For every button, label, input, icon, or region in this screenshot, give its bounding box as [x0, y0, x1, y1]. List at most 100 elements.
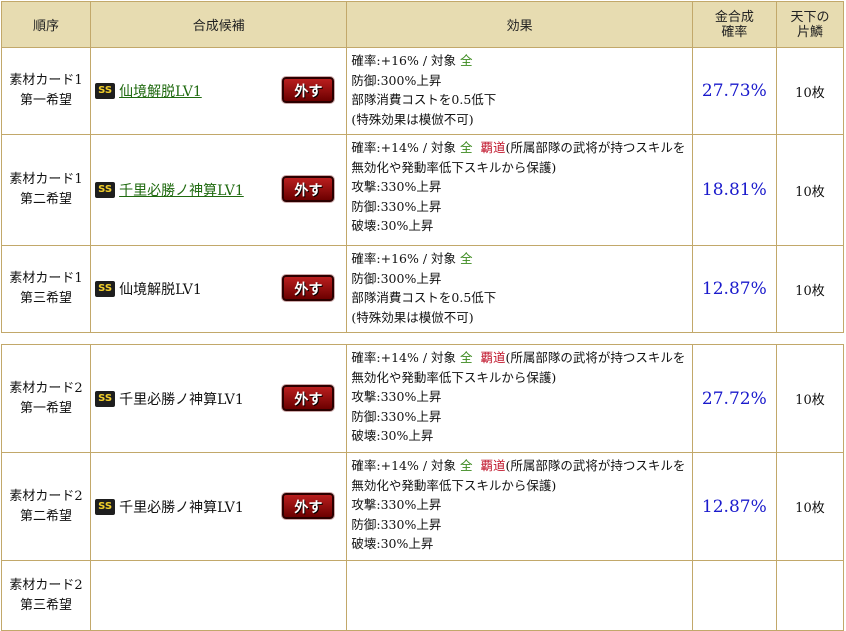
table-row: 素材カード1 第三希望 SS 仙境解脱LV1 外す 確率:+16% / 対象 全…	[0, 245, 845, 333]
effect-line: 防御:330%上昇	[351, 198, 442, 214]
ss-rank-badge: SS	[95, 498, 116, 515]
header-scale-line1: 天下の	[790, 9, 830, 25]
candidate-cell: SS 千里必勝ノ神算LV1 外す	[90, 452, 348, 561]
effect-line: 防御:330%上昇	[351, 408, 442, 424]
order-cell: 素材カード1 第二希望	[0, 134, 92, 246]
order-material: 素材カード2	[9, 488, 83, 504]
tenka-count: 10枚	[775, 452, 845, 561]
target-label: 全	[460, 140, 473, 155]
order-preference: 第二希望	[20, 192, 73, 207]
remove-button[interactable]: 外す	[282, 275, 335, 301]
effect-line: (特殊効果は模倣不可)	[351, 111, 474, 127]
remove-button[interactable]: 外す	[282, 176, 335, 202]
table-row: 素材カード1 第二希望 SS 千里必勝ノ神算LV1 外す 確率:+14% / 対…	[0, 134, 845, 246]
ss-rank-badge: SS	[95, 83, 116, 99]
effect-line: 防御:300%上昇	[351, 270, 442, 286]
header-rate-line2: 確率	[721, 24, 748, 40]
order-cell: 素材カード2 第一希望	[0, 344, 92, 453]
order-preference: 第三希望	[20, 291, 73, 306]
order-preference: 第二希望	[20, 508, 73, 524]
tenka-count-empty	[775, 560, 845, 631]
effect-rate-line: 確率:+16% / 対象 全	[351, 53, 473, 68]
candidate-cell: SS 千里必勝ノ神算LV1 外す	[90, 344, 348, 453]
special-label: 覇道	[480, 350, 506, 365]
order-cell: 素材カード1 第一希望	[0, 47, 92, 135]
candidate-cell: SS 仙境解脱LV1 外す	[90, 47, 348, 135]
header-rate: 金合成 確率	[691, 1, 777, 48]
remove-button[interactable]: 外す	[282, 492, 335, 519]
effect-line: 防御:330%上昇	[351, 516, 442, 532]
effect-cell: 確率:+14% / 対象 全 覇道(所属部隊の武将が持つスキルを無効化や発動率低…	[346, 344, 693, 453]
header-candidate: 合成候補	[90, 1, 348, 48]
gold-rate: 12.87%	[691, 245, 777, 333]
gold-rate: 12.87%	[691, 452, 777, 561]
target-label: 全	[460, 458, 473, 473]
effect-line: 破壊:30%上昇	[351, 428, 434, 443]
candidate-skill-link[interactable]: 仙境解脱LV1	[119, 81, 202, 101]
table-row: 素材カード1 第一希望 SS 仙境解脱LV1 外す 確率:+16% / 対象 全…	[0, 47, 845, 135]
effect-line: (特殊効果は模倣不可)	[351, 309, 474, 325]
order-material: 素材カード2	[9, 380, 83, 396]
gold-rate-empty	[691, 560, 777, 631]
special-label: 覇道	[480, 458, 506, 473]
target-label: 全	[460, 53, 473, 68]
effect-cell-empty	[346, 560, 693, 631]
order-preference: 第一希望	[20, 400, 73, 416]
effect-rate-line: 確率:+14% / 対象 全 覇道(所属部隊の武将が持つスキルを無効化や発動率低…	[351, 458, 686, 493]
candidate-cell: SS 仙境解脱LV1 外す	[90, 245, 348, 333]
effect-line: 部隊消費コストを0.5低下	[351, 92, 497, 107]
tenka-count: 10枚	[775, 47, 845, 135]
tenka-count: 10枚	[775, 344, 845, 453]
table-row: 素材カード2 第一希望 SS 千里必勝ノ神算LV1 外す 確率:+14% / 対…	[0, 344, 845, 453]
header-order: 順序	[0, 1, 92, 48]
order-material: 素材カード2	[9, 577, 83, 593]
table-row: 素材カード2 第二希望 SS 千里必勝ノ神算LV1 外す 確率:+14% / 対…	[0, 452, 845, 561]
gold-rate: 27.72%	[691, 344, 777, 453]
effect-rate-line: 確率:+14% / 対象 全 覇道(所属部隊の武将が持つスキルを無効化や発動率低…	[351, 350, 686, 385]
candidate-cell-empty	[90, 560, 348, 631]
effect-line: 攻撃:330%上昇	[351, 389, 442, 404]
order-material: 素材カード1	[9, 172, 83, 187]
order-preference: 第一希望	[20, 93, 73, 108]
ss-rank-badge: SS	[95, 182, 116, 198]
gold-rate: 27.73%	[691, 47, 777, 135]
candidate-skill-link[interactable]: 千里必勝ノ神算LV1	[119, 180, 244, 200]
order-preference: 第三希望	[20, 597, 73, 613]
synthesis-table-2: 素材カード2 第一希望 SS 千里必勝ノ神算LV1 外す 確率:+14% / 対…	[0, 344, 845, 631]
gold-rate: 18.81%	[691, 134, 777, 246]
effect-cell: 確率:+14% / 対象 全 覇道(所属部隊の武将が持つスキルを無効化や発動率低…	[346, 134, 693, 246]
table-row: 素材カード2 第三希望	[0, 560, 845, 631]
effect-line: 攻撃:330%上昇	[351, 179, 442, 194]
synthesis-table-1: 順序 合成候補 効果 金合成 確率 天下の 片鱗 素材カード1 第一希望 SS …	[0, 1, 845, 333]
candidate-skill-name: 千里必勝ノ神算LV1	[119, 391, 244, 408]
order-material: 素材カード1	[9, 73, 83, 88]
header-scale: 天下の 片鱗	[775, 1, 845, 48]
order-cell: 素材カード2 第二希望	[0, 452, 92, 561]
effect-line: 防御:300%上昇	[351, 72, 442, 88]
candidate-skill-name: 千里必勝ノ神算LV1	[119, 499, 244, 516]
effect-rate-line: 確率:+14% / 対象 全 覇道(所属部隊の武将が持つスキルを無効化や発動率低…	[351, 140, 686, 175]
candidate-skill-name: 仙境解脱LV1	[119, 282, 202, 298]
header-row: 順序 合成候補 効果 金合成 確率 天下の 片鱗	[0, 1, 845, 48]
ss-rank-badge: SS	[95, 281, 116, 297]
effect-rate-line: 確率:+16% / 対象 全	[351, 251, 473, 266]
order-material: 素材カード1	[9, 271, 83, 286]
effect-cell: 確率:+16% / 対象 全 防御:300%上昇 部隊消費コストを0.5低下 (…	[346, 47, 693, 135]
effect-line: 部隊消費コストを0.5低下	[351, 290, 497, 305]
effect-cell: 確率:+14% / 対象 全 覇道(所属部隊の武将が持つスキルを無効化や発動率低…	[346, 452, 693, 561]
effect-cell: 確率:+16% / 対象 全 防御:300%上昇 部隊消費コストを0.5低下 (…	[346, 245, 693, 333]
tenka-count: 10枚	[775, 245, 845, 333]
header-effect: 効果	[346, 1, 693, 48]
effect-line: 攻撃:330%上昇	[351, 497, 442, 512]
ss-rank-badge: SS	[95, 390, 116, 407]
effect-line: 破壊:30%上昇	[351, 536, 434, 551]
effect-line: 破壊:30%上昇	[351, 218, 434, 233]
tenka-count: 10枚	[775, 134, 845, 246]
order-cell: 素材カード2 第三希望	[0, 560, 92, 631]
candidate-cell: SS 千里必勝ノ神算LV1 外す	[90, 134, 348, 246]
target-label: 全	[460, 350, 473, 365]
header-rate-line1: 金合成	[714, 9, 754, 25]
special-label: 覇道	[480, 140, 506, 155]
remove-button[interactable]: 外す	[282, 77, 335, 103]
remove-button[interactable]: 外す	[282, 384, 335, 411]
